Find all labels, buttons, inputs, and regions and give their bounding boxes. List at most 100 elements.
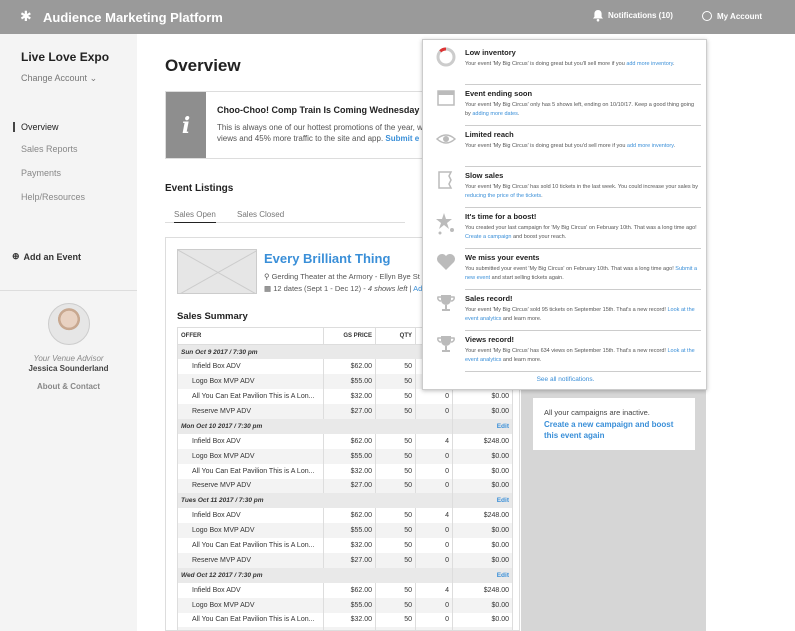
notification-text-after: . xyxy=(673,143,676,149)
notification-link[interactable]: Create a campaign xyxy=(465,234,511,240)
stars-icon xyxy=(435,210,457,235)
sold-cell: 0 xyxy=(415,597,453,613)
notification-link[interactable]: add more inventory xyxy=(627,143,674,149)
price-cell: $55.00 xyxy=(323,523,376,539)
notification-text: Your event 'My Big Circus' has sold 10 t… xyxy=(465,183,701,200)
sidebar-item-payments[interactable]: Payments xyxy=(21,168,61,178)
table-row: Logo Box MVP ADV $55.00 50 0 $0.00 xyxy=(177,448,513,464)
offer-cell: Reserve MVP ADV xyxy=(177,478,324,494)
sidebar-item-overview[interactable]: Overview xyxy=(21,122,59,132)
notification-item[interactable]: Limited reach Your event 'My Big Circus' … xyxy=(423,126,708,167)
my-account-label: My Account xyxy=(717,11,763,21)
notification-text: Your event 'My Big Circus' sold 95 ticke… xyxy=(465,306,701,323)
offer-cell: Infield Box ADV xyxy=(177,582,324,598)
notification-item[interactable]: Views record! Your event 'My Big Circus' … xyxy=(423,331,708,372)
qty-cell: 50 xyxy=(375,597,416,613)
sidebar: Live Love Expo Change Account ⌄ Overview… xyxy=(0,34,137,631)
notification-link[interactable]: add more inventory xyxy=(626,61,673,67)
notification-text-body: You submitted your event 'My Big Circus'… xyxy=(465,266,676,272)
total-cell: $248.00 xyxy=(452,582,513,598)
offer-cell: Infield Box ADV xyxy=(177,508,324,524)
create-campaign-link[interactable]: Create a new campaign and boost this eve… xyxy=(544,419,674,441)
user-icon xyxy=(702,11,712,21)
event-venue: ⚲ Gerding Theater at the Armory - Ellyn … xyxy=(264,272,420,281)
total-cell: $248.00 xyxy=(452,508,513,524)
offer-cell: Logo Box MVP ADV xyxy=(177,374,324,390)
bell-icon xyxy=(593,10,603,22)
notification-title: Low inventory xyxy=(465,48,516,57)
price-cell: $62.00 xyxy=(323,582,376,598)
edit-link[interactable]: Edit xyxy=(497,572,509,579)
sidebar-item-help-resources[interactable]: Help/Resources xyxy=(21,192,85,202)
edit-link[interactable]: Edit xyxy=(497,497,509,504)
table-row: All You Can Eat Pavilion This is A Lon..… xyxy=(177,463,513,479)
sold-cell: 0 xyxy=(415,448,453,464)
offer-cell: All You Can Eat Pavilion This is A Lon..… xyxy=(177,538,324,553)
sold-cell: 4 xyxy=(415,582,453,598)
table-row: Reserve MVP ADV$27.00500$0.00 xyxy=(177,404,513,419)
about-contact-link[interactable]: About & Contact xyxy=(0,382,137,391)
show-date: Tues Oct 11 2017 / 7:30 pm xyxy=(177,493,453,509)
table-row: All You Can Eat Pavilion This is A Lon..… xyxy=(177,389,513,405)
sold-cell: 0 xyxy=(415,523,453,539)
notification-title: Views record! xyxy=(465,335,515,344)
edit-link[interactable]: Edit xyxy=(497,423,509,430)
price-cell: $27.00 xyxy=(323,404,376,419)
offer-cell: Infield Box ADV xyxy=(177,433,324,449)
notification-link[interactable]: adding more dates xyxy=(472,111,518,117)
notification-text-after: . xyxy=(673,61,675,67)
qty-cell: 50 xyxy=(375,582,416,598)
table-row: Infield Box ADV $62.00 50 4 $248.00 xyxy=(177,582,513,598)
total-cell: $0.00 xyxy=(452,389,513,405)
show-date: Mon Oct 10 2017 / 7:30 pm xyxy=(177,418,453,434)
eye-icon xyxy=(435,128,457,150)
notification-item[interactable]: We miss your events You submitted your ev… xyxy=(423,249,708,290)
my-account-button[interactable]: My Account xyxy=(702,11,762,21)
notifications-dropdown: Low inventory Your event 'My Big Circus' … xyxy=(422,39,707,390)
notification-item[interactable]: Slow sales Your event 'My Big Circus' has… xyxy=(423,167,708,208)
notification-item[interactable]: Low inventory Your event 'My Big Circus' … xyxy=(423,44,708,85)
sidebar-item-sales-reports[interactable]: Sales Reports xyxy=(21,144,78,154)
chevron-down-icon: ⌄ xyxy=(89,73,98,83)
offer-cell: All You Can Eat Pavilion This is A Lon..… xyxy=(177,389,324,405)
notification-text-body: Your event 'My Big Circus' sold 95 ticke… xyxy=(465,307,668,313)
qty-cell: 50 xyxy=(375,538,416,553)
qty-cell: 50 xyxy=(375,552,416,568)
promo-submit-link[interactable]: Submit e xyxy=(385,134,419,143)
table-row: Logo Box MVP ADV $55.00 50 0 $0.00 xyxy=(177,523,513,539)
notification-item[interactable]: It's time for a boost! You created your l… xyxy=(423,208,708,249)
total-cell: $0.00 xyxy=(452,448,513,464)
notifications-button[interactable]: Notifications (10) xyxy=(592,9,673,22)
offer-cell: All You Can Eat Pavilion This is A Lon..… xyxy=(177,612,324,628)
total-cell: $0.00 xyxy=(452,538,513,553)
total-cell: $0.00 xyxy=(452,612,513,628)
notification-link[interactable]: reducing the price of the tickets xyxy=(465,193,541,199)
total-cell: $0.00 xyxy=(452,627,513,630)
offer-cell: Reserve MVP ADV xyxy=(177,404,324,419)
notification-item[interactable]: Sales record! Your event 'My Big Circus' … xyxy=(423,290,708,331)
notification-item[interactable]: Event ending soon Your event 'My Big Circ… xyxy=(423,85,708,126)
sold-cell: 0 xyxy=(415,538,453,553)
qty-cell: 50 xyxy=(375,627,416,630)
qty-cell: 50 xyxy=(375,463,416,479)
plus-circle-icon: ⊕ xyxy=(12,251,20,261)
table-row: Infield Box ADV $62.00 50 4 $248.00 xyxy=(177,508,513,524)
trophy-icon xyxy=(435,292,457,314)
notification-text-body: Your event 'My Big Circus' is doing grea… xyxy=(465,61,627,67)
see-all-notifications-link[interactable]: See all notifications. xyxy=(423,376,708,383)
tab-sales-open[interactable]: Sales Open xyxy=(174,210,216,223)
change-account-link[interactable]: Change Account ⌄ xyxy=(21,73,97,84)
page-title: Overview xyxy=(165,56,241,75)
table-date-row: Wed Oct 12 2017 / 7:30 pm Edit xyxy=(177,567,513,583)
notification-text-after: . xyxy=(517,110,520,117)
event-name-link[interactable]: Every Brilliant Thing xyxy=(264,251,390,266)
qty-cell: 50 xyxy=(375,404,416,419)
col-qty: QTY xyxy=(375,327,416,345)
notification-text-body: Your event 'My Big Circus' has sold 10 t… xyxy=(465,184,699,190)
offer-cell: Logo Box MVP ADV xyxy=(177,523,324,539)
add-event-button[interactable]: ⊕ Add an Event xyxy=(12,251,81,262)
sold-cell: 0 xyxy=(415,404,453,419)
sold-cell: 0 xyxy=(415,478,453,494)
tab-sales-closed[interactable]: Sales Closed xyxy=(237,210,284,219)
price-cell: $32.00 xyxy=(323,463,376,479)
